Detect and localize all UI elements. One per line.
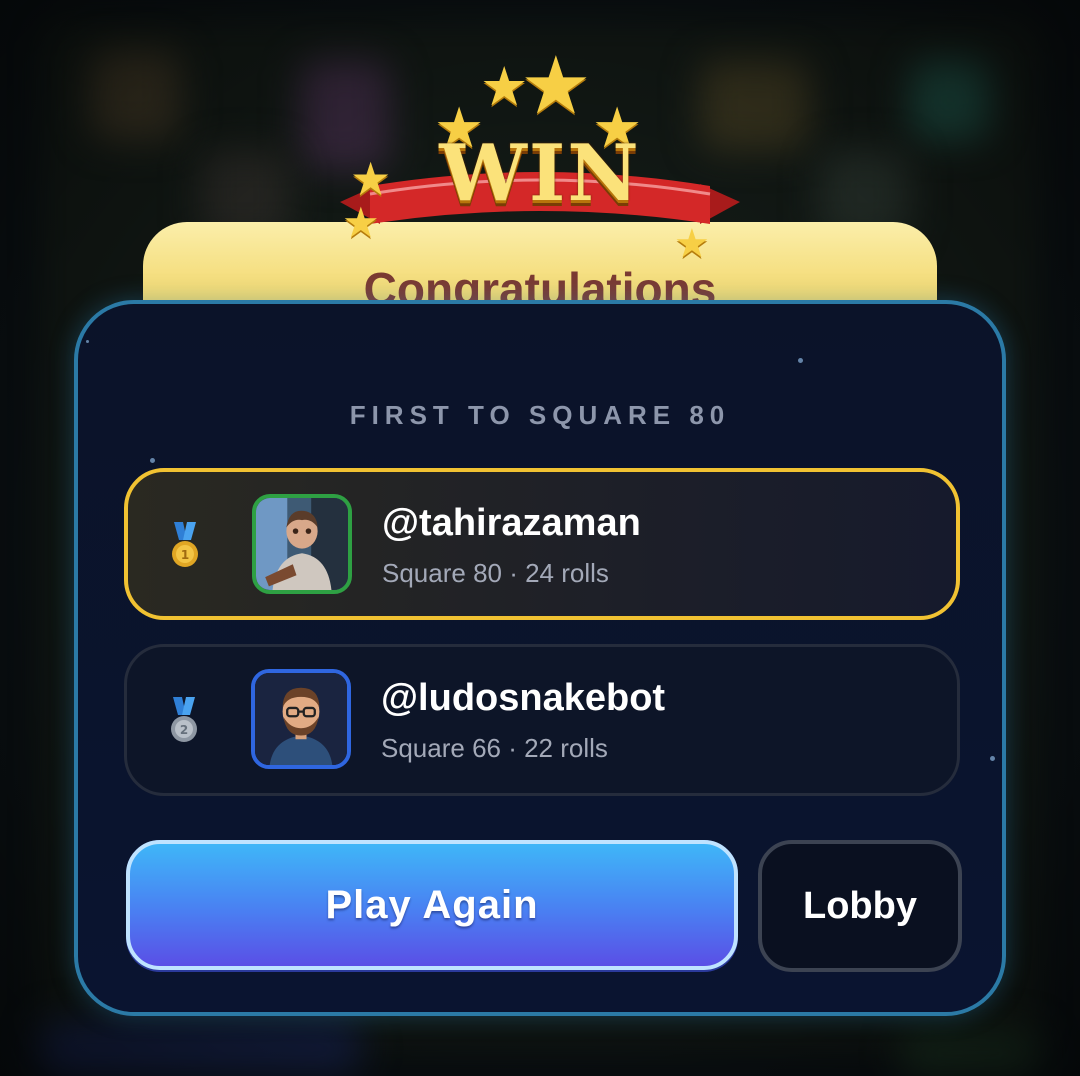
- svg-text:1: 1: [181, 548, 189, 562]
- player-stats: Square 80 · 24 rolls: [382, 558, 609, 588]
- lobby-button[interactable]: Lobby: [758, 840, 962, 972]
- play-again-label: Play Again: [126, 840, 738, 970]
- player-username: @tahirazaman: [382, 502, 641, 544]
- player-row-first: 1 @tahirazaman Square 80 · 24 rolls: [124, 468, 960, 620]
- star-icon: ★: [520, 41, 592, 130]
- play-again-button[interactable]: Play Again: [126, 840, 738, 972]
- results-panel: FIRST TO SQUARE 80 1 @tahirazaman Square…: [74, 300, 1006, 1016]
- win-text: WIN: [439, 128, 641, 219]
- svg-text:2: 2: [180, 723, 188, 737]
- avatar: [251, 669, 351, 769]
- sparkle-dot: [990, 756, 995, 761]
- sparkle-dot: [86, 340, 89, 343]
- player-username: @ludosnakebot: [381, 677, 666, 719]
- avatar: [252, 494, 352, 594]
- win-badge: ★ ★ ★ ★ ★ ★ ★ WIN: [330, 46, 750, 264]
- player-stats: Square 66 · 22 rolls: [381, 733, 608, 763]
- star-icon: ★: [674, 222, 710, 266]
- player-row-second: 2 @ludosnakebot Square 66 · 22 rolls: [124, 644, 960, 796]
- sparkle-dot: [798, 358, 803, 363]
- game-goal-subtitle: FIRST TO SQUARE 80: [349, 400, 731, 430]
- sparkle-dot: [150, 458, 155, 463]
- silver-medal-icon: 2: [167, 697, 201, 745]
- gold-medal-icon: 1: [168, 522, 202, 570]
